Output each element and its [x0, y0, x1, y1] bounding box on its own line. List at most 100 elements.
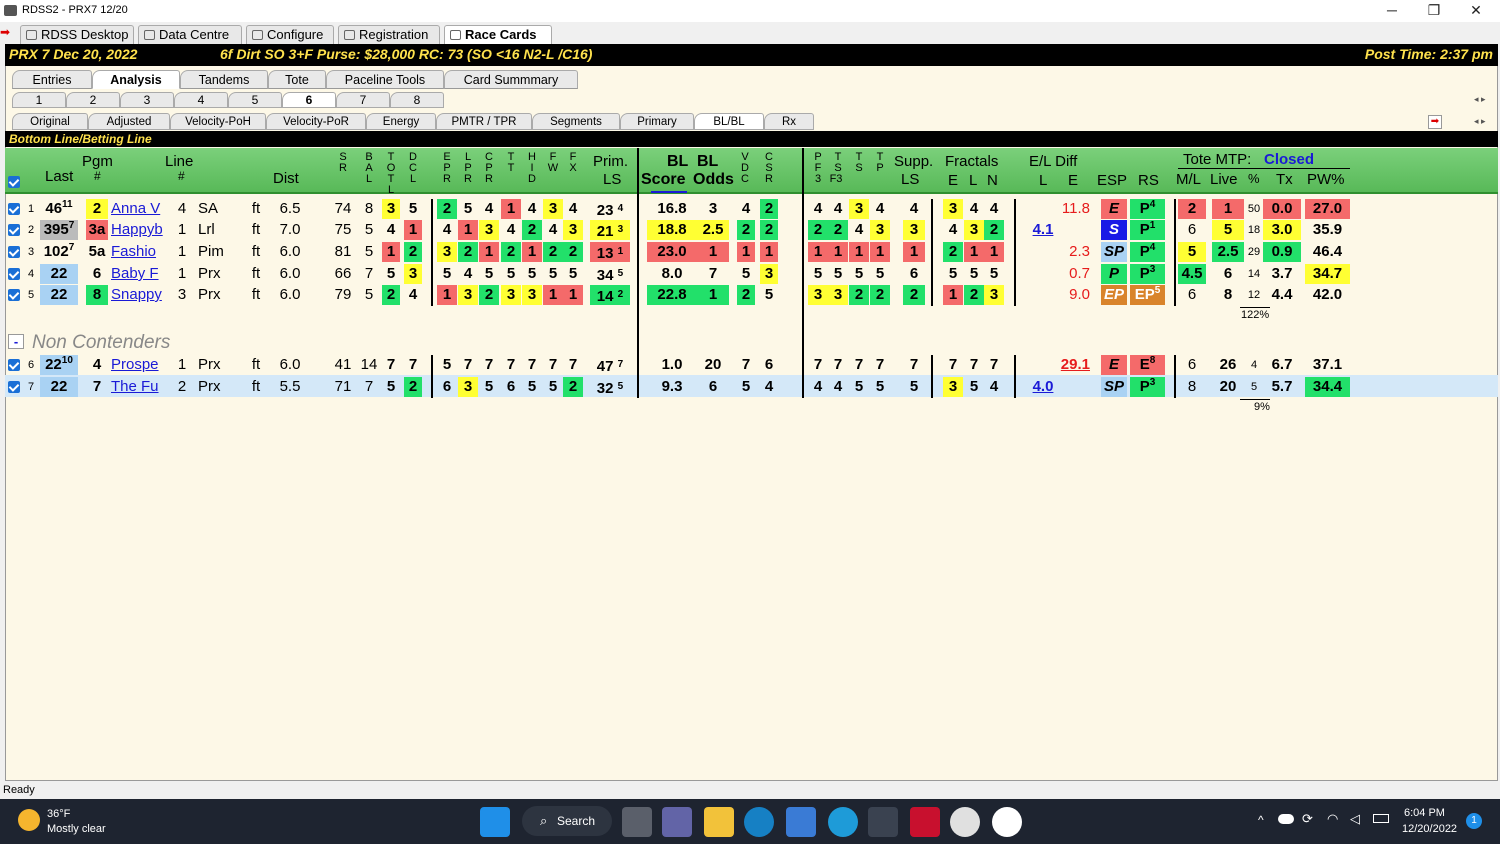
maximize-button[interactable]: ❐: [1412, 0, 1456, 22]
file-explorer-icon[interactable]: [704, 807, 734, 837]
rdss-app-icon[interactable]: [868, 807, 898, 837]
ml-odds: 6: [1187, 221, 1197, 238]
weather-desc[interactable]: Mostly clear: [47, 823, 106, 835]
clock-time[interactable]: 6:04 PM: [1404, 807, 1445, 819]
store-icon[interactable]: [786, 807, 816, 837]
subtab-pmtr-tpr[interactable]: PMTR / TPR: [436, 113, 532, 130]
race-tab-3[interactable]: 3: [120, 92, 174, 108]
tab-card-summary[interactable]: Card Summmary: [444, 70, 578, 89]
race-tab-2[interactable]: 2: [66, 92, 120, 108]
weather-temp[interactable]: 36°F: [47, 808, 70, 820]
header-tp: TP: [876, 151, 884, 174]
factor-value: 5: [506, 265, 516, 282]
chat-icon[interactable]: [662, 807, 692, 837]
minimize-button[interactable]: ─: [1370, 0, 1414, 22]
tab-rdss-desktop[interactable]: RDSS Desktop: [20, 25, 134, 44]
cloud-icon[interactable]: [1278, 814, 1294, 824]
horse-name-link[interactable]: Fashio: [111, 242, 169, 262]
row-checkbox[interactable]: [8, 203, 20, 215]
race-tab-4[interactable]: 4: [174, 92, 228, 108]
row-checkbox[interactable]: [8, 289, 20, 301]
bl-odds: 6: [708, 378, 718, 395]
el-diff-l[interactable]: [1026, 199, 1060, 219]
tote-pct: 5: [1250, 381, 1258, 393]
el-diff-l[interactable]: 4.1: [1026, 220, 1060, 240]
volume-icon[interactable]: ◁: [1350, 811, 1360, 827]
export-icon[interactable]: ➡: [1428, 115, 1442, 129]
mcafee-icon[interactable]: [910, 807, 940, 837]
subtab-bl-bl[interactable]: BL/BL: [694, 113, 764, 130]
row-checkbox[interactable]: [8, 268, 20, 280]
subtab-segments[interactable]: Segments: [532, 113, 620, 130]
scroll-arrows-icon[interactable]: ◂ ▸: [1474, 116, 1486, 127]
pw-pct: 42.0: [1312, 286, 1343, 303]
tab-race-cards[interactable]: Race Cards: [444, 25, 552, 44]
tab-analysis[interactable]: Analysis: [92, 70, 180, 89]
subtab-primary[interactable]: Primary: [620, 113, 694, 130]
sync-icon[interactable]: ⟳: [1302, 811, 1313, 827]
row-checkbox[interactable]: [8, 224, 20, 236]
row-checkbox[interactable]: [8, 359, 20, 371]
notification-badge[interactable]: 1: [1466, 813, 1482, 829]
row-checkbox[interactable]: [8, 246, 20, 258]
horse-name-link[interactable]: Baby F: [111, 264, 169, 284]
subtab-velocity-por[interactable]: Velocity-PoR: [266, 113, 366, 130]
wifi-icon[interactable]: ◠: [1327, 811, 1338, 827]
header-pct: %: [1248, 171, 1260, 186]
race-tab-8[interactable]: 8: [390, 92, 444, 108]
race-tab-1[interactable]: 1: [12, 92, 66, 108]
subtab-energy[interactable]: Energy: [366, 113, 436, 130]
sr-value: 79: [334, 286, 352, 303]
subtab-rx[interactable]: Rx: [764, 113, 814, 130]
horse-name-link[interactable]: Happyb: [111, 220, 169, 240]
fractal-value: 2: [943, 242, 963, 262]
header-score: Score: [641, 171, 686, 188]
clock-date[interactable]: 12/20/2022: [1402, 823, 1457, 835]
collapse-button[interactable]: -: [8, 334, 24, 349]
app-icon[interactable]: [992, 807, 1022, 837]
select-all-checkbox[interactable]: [8, 176, 20, 188]
subtab-original[interactable]: Original: [12, 113, 88, 130]
tab-tote[interactable]: Tote: [268, 70, 326, 89]
subtab-adjusted[interactable]: Adjusted: [88, 113, 170, 130]
race-tab-5[interactable]: 5: [228, 92, 282, 108]
tab-configure[interactable]: Configure: [246, 25, 334, 44]
subtab-velocity-poh[interactable]: Velocity-PoH: [170, 113, 266, 130]
help-icon[interactable]: [828, 807, 858, 837]
tab-entries[interactable]: Entries: [12, 70, 92, 89]
tab-tandems[interactable]: Tandems: [180, 70, 268, 89]
edge-icon[interactable]: [744, 807, 774, 837]
bl-odds: 20: [704, 356, 722, 373]
tab-registration[interactable]: Registration: [338, 25, 440, 44]
battery-icon[interactable]: [1373, 814, 1389, 823]
tab-label: RDSS Desktop: [41, 27, 129, 42]
totl-value: 7: [386, 356, 396, 373]
chrome-icon[interactable]: [950, 807, 980, 837]
horse-name-link[interactable]: Anna V: [111, 199, 169, 219]
tab-paceline-tools[interactable]: Paceline Tools: [326, 70, 444, 89]
search-box[interactable]: ⌕ Search: [522, 806, 612, 836]
row-checkbox[interactable]: [8, 381, 20, 393]
tab-data-centre[interactable]: Data Centre: [138, 25, 242, 44]
tray-chevron-icon[interactable]: ^: [1258, 813, 1264, 827]
arrow-icon: ➡: [0, 25, 11, 39]
race-tab-7[interactable]: 7: [336, 92, 390, 108]
el-diff-l[interactable]: 4.0: [1026, 377, 1060, 397]
el-diff-l[interactable]: [1026, 242, 1060, 262]
scroll-arrows-icon[interactable]: ◂ ▸: [1474, 94, 1486, 105]
start-icon[interactable]: [480, 807, 510, 837]
race-tab-6[interactable]: 6: [282, 92, 336, 108]
el-diff-l[interactable]: [1026, 285, 1060, 305]
horse-name-link[interactable]: Prospe: [111, 355, 169, 375]
horse-name-link[interactable]: The Fu: [111, 377, 169, 397]
factor-value: 5: [548, 265, 558, 282]
horse-name-link[interactable]: Snappy: [111, 285, 169, 305]
live-odds: 2.5: [1212, 242, 1244, 262]
weather-icon[interactable]: [18, 809, 40, 831]
el-diff-l[interactable]: [1026, 264, 1060, 284]
el-diff-l[interactable]: [1026, 355, 1060, 375]
close-button[interactable]: ✕: [1454, 0, 1498, 22]
tab-label: Data Centre: [159, 27, 230, 42]
task-view-icon[interactable]: [622, 807, 652, 837]
el-diff-e[interactable]: 29.1: [1060, 355, 1090, 375]
